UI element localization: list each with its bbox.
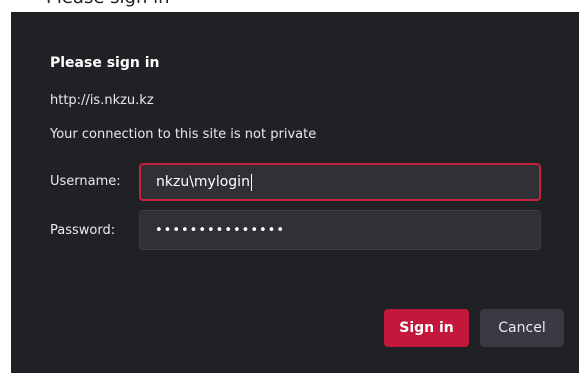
password-label: Password: <box>50 223 116 238</box>
username-value: nkzu\mylogin <box>156 174 250 190</box>
text-caret <box>250 173 252 191</box>
sign-in-dialog: Please sign in http://is.nkzu.kz Your co… <box>11 12 579 373</box>
site-url: http://is.nkzu.kz <box>50 93 154 108</box>
username-field[interactable]: nkzu\mylogin <box>139 163 541 201</box>
password-field[interactable]: ••••••••••••••• <box>139 210 541 250</box>
sign-in-button[interactable]: Sign in <box>384 309 469 347</box>
cancel-button[interactable]: Cancel <box>480 309 564 347</box>
background-page-strip: Please sign in <box>0 0 579 12</box>
username-label: Username: <box>50 174 121 189</box>
password-value: ••••••••••••••• <box>155 222 286 238</box>
connection-warning: Your connection to this site is not priv… <box>50 127 317 142</box>
background-page-text: Please sign in <box>46 0 169 8</box>
dialog-title: Please sign in <box>50 55 160 71</box>
